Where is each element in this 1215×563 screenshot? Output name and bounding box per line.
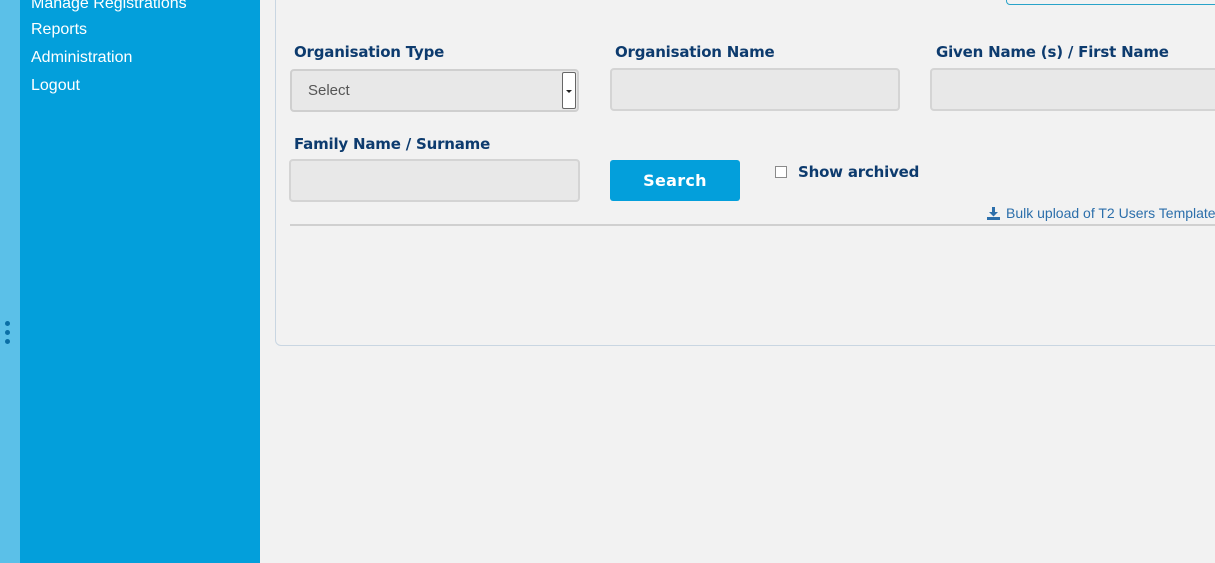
sidebar-edge-strip bbox=[0, 0, 20, 563]
org-name-input[interactable] bbox=[610, 68, 900, 111]
sidebar-item-manage-registrations[interactable]: Manage Registrations bbox=[31, 0, 187, 14]
org-type-select[interactable]: Select bbox=[290, 69, 579, 112]
chevron-down-icon[interactable] bbox=[562, 72, 576, 109]
download-icon bbox=[987, 207, 1000, 220]
bulk-upload-link[interactable]: Bulk upload of T2 Users Template bbox=[987, 205, 1215, 221]
sidebar-item-reports[interactable]: Reports bbox=[31, 20, 87, 40]
bulk-upload-label: Bulk upload of T2 Users Template bbox=[1006, 205, 1215, 221]
org-name-label: Organisation Name bbox=[615, 43, 775, 61]
show-archived-label: Show archived bbox=[798, 163, 920, 181]
given-name-input[interactable] bbox=[930, 68, 1215, 111]
section-divider bbox=[290, 224, 1215, 226]
search-button[interactable]: Search bbox=[610, 160, 740, 201]
sidebar-item-logout[interactable]: Logout bbox=[31, 76, 80, 96]
vertical-dots-icon[interactable] bbox=[5, 321, 11, 347]
given-name-label: Given Name (s) / First Name bbox=[936, 43, 1169, 61]
top-action-box[interactable] bbox=[1006, 0, 1215, 5]
family-name-label: Family Name / Surname bbox=[294, 135, 491, 153]
org-type-label: Organisation Type bbox=[294, 43, 445, 61]
family-name-input[interactable] bbox=[289, 159, 580, 202]
org-type-selected-value: Select bbox=[308, 82, 350, 99]
sidebar-item-administration[interactable]: Administration bbox=[31, 48, 132, 68]
sidebar: Manage Registrations Reports Administrat… bbox=[20, 0, 260, 563]
show-archived-checkbox[interactable] bbox=[775, 166, 787, 178]
